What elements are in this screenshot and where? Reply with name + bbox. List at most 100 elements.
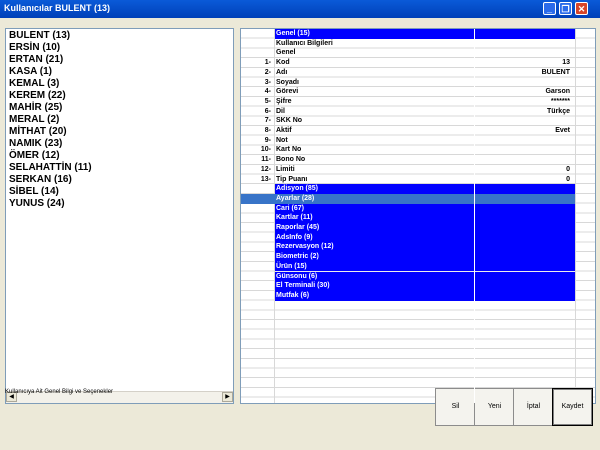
grid-row-label: Adı: [276, 68, 288, 76]
grid-row-value[interactable]: 0: [566, 165, 570, 175]
grid-category-row[interactable]: Ürün (15): [275, 261, 575, 272]
grid-row-value[interactable]: BULENT: [542, 68, 570, 78]
grid-row-number: 7-: [264, 117, 271, 125]
user-list-item[interactable]: ERTAN (21): [9, 54, 233, 66]
grid-row-label: Günsonu (6): [276, 272, 318, 280]
grid-row-label: Not: [276, 136, 288, 144]
grid-field-row[interactable]: 2- Adı BULENT: [241, 68, 595, 78]
grid-row-label: Adisyon (85): [276, 185, 319, 193]
user-list-item[interactable]: KEREM (22): [9, 90, 233, 102]
grid-row-number: 3-: [264, 78, 271, 86]
grid-row-label: SKK No: [276, 117, 303, 125]
grid-field-row[interactable]: 10- Kart No: [241, 145, 595, 155]
grid-row-label: Mutfak (6): [276, 291, 310, 299]
user-list-item[interactable]: YUNUS (24): [9, 198, 233, 210]
grid-field-row[interactable]: 4- Görevi Garson: [241, 87, 595, 97]
grid-row-label: Genel: [276, 49, 296, 57]
grid-field-row[interactable]: 6- Dil Türkçe: [241, 107, 595, 117]
grid-field-row[interactable]: 5- Şifre *******: [241, 97, 595, 107]
grid-row-value[interactable]: Türkçe: [547, 107, 570, 117]
grid-row-number: 4-: [264, 88, 271, 96]
grid-category-row[interactable]: Ayarlar (28): [241, 193, 575, 204]
minimize-icon[interactable]: _: [543, 2, 556, 15]
grid-row-label: Raporlar (45): [276, 224, 320, 231]
maximize-icon[interactable]: ❐: [559, 2, 572, 15]
grid-category-row[interactable]: Rezervasyon (12): [275, 242, 575, 253]
grid-column-divider: [474, 29, 475, 403]
grid-row-number: 6-: [264, 107, 271, 115]
grid-row-label: Dil: [276, 107, 285, 115]
grid-row-label: Cari (67): [276, 204, 305, 212]
title-bar: Kullanıcılar BULENT (13) _ ❐ ✕: [0, 0, 600, 18]
grid-row-value[interactable]: Garson: [545, 87, 570, 97]
user-list-item[interactable]: NAMIK (23): [9, 138, 233, 150]
grid-row-label: Tip Puanı: [276, 175, 308, 183]
grid-category-row[interactable]: Kullanıcı Bilgileri: [241, 39, 595, 49]
grid-row-label: Kullanıcı Bilgileri: [276, 39, 333, 47]
grid-row-value[interactable]: 13: [562, 58, 570, 68]
delete-button[interactable]: Sil: [435, 388, 476, 426]
window-title: Kullanıcılar BULENT (13): [4, 3, 111, 13]
grid-row-label: El Terminali (30): [276, 282, 330, 290]
user-list-item[interactable]: MAHİR (25): [9, 102, 233, 114]
grid-row-label: Kart No: [276, 146, 302, 154]
grid-row-label: Ürün (15): [276, 262, 307, 270]
user-list-item[interactable]: KASA (1): [9, 66, 233, 78]
user-list-item[interactable]: MERAL (2): [9, 114, 233, 126]
grid-category-row[interactable]: AdsInfo (9): [275, 232, 575, 243]
grid-category-row[interactable]: El Terminali (30): [275, 281, 575, 291]
save-button[interactable]: Kaydet: [552, 388, 593, 426]
grid-row-number: 2-: [264, 68, 271, 76]
user-list[interactable]: BULENT (13) ERSİN (10) ERTAN (21) KASA (1) K…: [5, 28, 234, 404]
grid-row-number: 13-: [260, 175, 271, 183]
user-list-item[interactable]: MİTHAT (20): [9, 126, 233, 138]
settings-grid[interactable]: Genel (15) Kullanıcı Bilgileri Genel 1- Kod 1…: [240, 28, 596, 404]
grid-row-number: 12-: [260, 165, 271, 173]
grid-row-number: 9-: [264, 136, 271, 144]
grid-row-number: 8-: [264, 127, 271, 134]
grid-category-row[interactable]: Genel (15): [275, 29, 575, 39]
grid-field-row[interactable]: 7- SKK No: [241, 116, 595, 126]
grid-field-row[interactable]: 9- Not: [241, 136, 595, 146]
grid-row-value[interactable]: Evet: [555, 126, 570, 136]
grid-row-label: Soyadı: [276, 78, 299, 86]
grid-row-label: Rezervasyon (12): [276, 243, 334, 251]
new-button[interactable]: Yeni: [474, 388, 515, 426]
status-text: Kullanıcıya Ait Genel Bilgi ve Seçenekle…: [5, 389, 114, 395]
grid-row-label: Kod: [276, 59, 290, 67]
user-list-item[interactable]: ÖMER (12): [9, 150, 233, 162]
window-body: BULENT (13) ERSİN (10) ERTAN (21) KASA (1) K…: [0, 18, 600, 450]
grid-category-row[interactable]: Adisyon (85): [275, 184, 575, 194]
grid-category-row[interactable]: Günsonu (6): [275, 271, 575, 282]
grid-category-row[interactable]: Mutfak (6): [275, 290, 575, 301]
scroll-right-icon[interactable]: ▶: [222, 392, 233, 402]
grid-row-number: 1-: [264, 59, 271, 67]
grid-field-row[interactable]: 11- Bono No: [241, 155, 595, 165]
user-list-item[interactable]: ERSİN (10): [9, 42, 233, 54]
grid-row-label: Genel (15): [276, 30, 310, 37]
grid-row-label: Ayarlar (28): [276, 194, 315, 202]
grid-field-row[interactable]: 12- Limiti 0: [241, 165, 595, 175]
grid-row-label: Limiti: [276, 165, 295, 173]
cancel-button[interactable]: İptal: [513, 388, 554, 426]
grid-category-row[interactable]: Kartlar (11): [275, 213, 575, 223]
grid-row-value[interactable]: *******: [551, 97, 570, 107]
grid-category-row[interactable]: Biometric (2): [275, 252, 575, 262]
user-list-item[interactable]: SİBEL (14): [9, 186, 233, 198]
grid-field-row[interactable]: 13- Tip Puanı 0: [241, 175, 595, 185]
grid-category-row[interactable]: Cari (67): [275, 203, 575, 214]
grid-field-row[interactable]: 1- Kod 13: [241, 58, 595, 68]
grid-row-number: 11-: [261, 156, 271, 164]
user-list-items: BULENT (13) ERSİN (10) ERTAN (21) KASA (1) K…: [6, 29, 233, 210]
grid-field-row[interactable]: 3- Soyadı: [241, 78, 595, 88]
grid-row-value[interactable]: 0: [566, 175, 570, 185]
user-list-item[interactable]: KEMAL (3): [9, 78, 233, 90]
grid-category-row[interactable]: Raporlar (45): [275, 223, 575, 233]
grid-category-row[interactable]: Genel: [241, 48, 595, 58]
close-icon[interactable]: ✕: [575, 2, 588, 15]
user-list-item[interactable]: SERKAN (16): [9, 174, 233, 186]
grid-field-row[interactable]: 8- Aktif Evet: [241, 126, 595, 136]
grid-row-number: 10-: [260, 146, 271, 154]
user-list-item[interactable]: SELAHATTİN (11): [9, 162, 233, 174]
user-list-item[interactable]: BULENT (13): [9, 30, 233, 42]
